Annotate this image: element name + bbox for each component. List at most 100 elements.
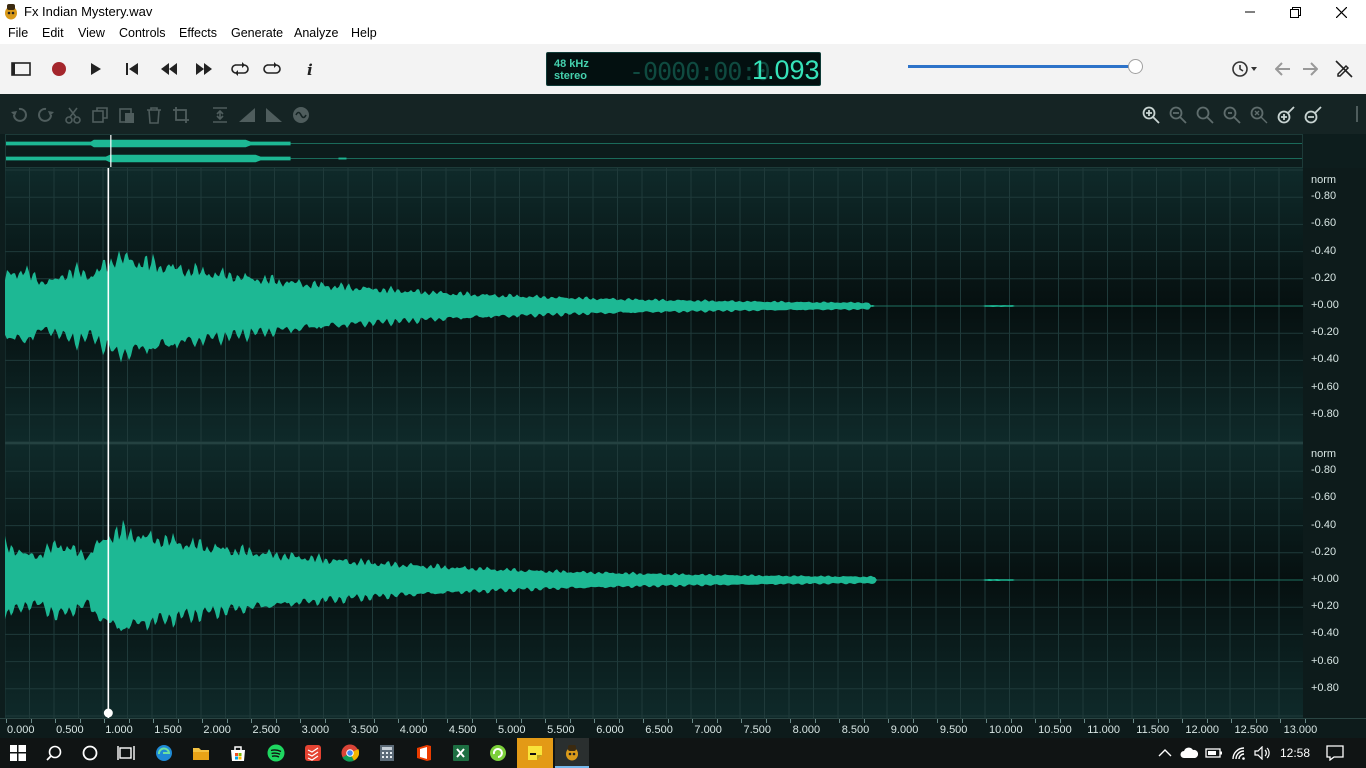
arrow-right-icon [1303, 62, 1318, 76]
crop-icon [173, 107, 189, 123]
cortana-icon [82, 745, 98, 761]
taskbar-sticky-notes[interactable] [517, 738, 553, 768]
time-tick-label: 11.500 [1136, 724, 1170, 736]
rewind-button[interactable] [157, 57, 181, 81]
time-tick-mark [251, 719, 252, 723]
undo-button[interactable] [8, 104, 30, 126]
sample-rate: 48 kHz [554, 58, 589, 70]
time-tick-mark [79, 719, 81, 723]
taskbar-excel[interactable] [446, 740, 476, 766]
channel2-scale-label: +0.00 [1311, 573, 1339, 585]
channel2-scale-label: -0.20 [1311, 545, 1337, 558]
taskbar-app-green[interactable] [483, 740, 513, 766]
skip-start-button[interactable] [120, 57, 144, 81]
cortana-button[interactable] [75, 740, 105, 766]
taskbar-calculator[interactable] [372, 740, 402, 766]
volume-button[interactable] [1248, 740, 1278, 766]
toggle-sidebar-button[interactable] [9, 57, 33, 81]
play-button[interactable] [84, 57, 108, 81]
time-prefix: -0000:00:0 [629, 57, 771, 86]
paste-button[interactable] [116, 104, 138, 126]
loop-button[interactable] [228, 57, 252, 81]
start-button[interactable] [3, 740, 33, 766]
zoom-fit-button[interactable] [1194, 104, 1216, 126]
taskbar-ocenaudio[interactable] [555, 738, 589, 768]
copy-button[interactable] [89, 104, 111, 126]
time-tick-mark [496, 719, 497, 723]
menu-analyze[interactable]: Analyze [294, 26, 338, 40]
time-axis[interactable]: 0.000 0.500 1.000 1.500 2.000 2.500 3.000 3.500… [0, 718, 1366, 738]
zoom-selection-button[interactable] [1221, 104, 1243, 126]
store-icon [231, 746, 245, 761]
maximize-button[interactable] [1272, 0, 1318, 24]
zoom-out-button[interactable] [1167, 104, 1189, 126]
action-center-button[interactable] [1320, 740, 1350, 766]
taskbar-todoist[interactable] [298, 740, 328, 766]
time-tick-mark [545, 719, 546, 723]
zoom-all-button[interactable] [1248, 104, 1270, 126]
waveform-overview[interactable] [5, 134, 1303, 168]
info-button[interactable]: i [297, 57, 321, 81]
volume-slider[interactable] [908, 65, 1140, 68]
fade-out-button[interactable] [263, 104, 285, 126]
vertical-zoom-out-button[interactable] [1302, 104, 1324, 126]
search-button[interactable] [39, 740, 69, 766]
zoom-in-button[interactable] [1140, 104, 1162, 126]
menu-edit[interactable]: Edit [42, 26, 64, 40]
restore-icon [1289, 6, 1301, 18]
back-button[interactable] [1271, 57, 1295, 81]
normalize-button[interactable] [209, 104, 231, 126]
menu-effects[interactable]: Effects [179, 26, 217, 40]
close-button[interactable] [1318, 0, 1364, 24]
channel1-scale-label: +0.20 [1311, 326, 1339, 339]
effects-button[interactable] [290, 104, 312, 126]
menu-file[interactable]: File [8, 26, 28, 40]
minimize-button[interactable] [1227, 0, 1273, 24]
taskbar-office[interactable] [409, 740, 439, 766]
cloud-icon [1180, 747, 1198, 758]
office-icon [417, 745, 431, 761]
toolbar-grip[interactable] [1356, 106, 1358, 122]
trim-button[interactable] [170, 104, 192, 126]
time-tick-mark [692, 719, 693, 723]
channel2-scale-label: -0.40 [1311, 518, 1337, 531]
redo-icon [38, 107, 54, 122]
menu-view[interactable]: View [78, 26, 105, 40]
windows-icon [10, 745, 26, 761]
repeat-button[interactable] [260, 57, 284, 81]
forward-button[interactable] [1298, 57, 1322, 81]
taskbar-spotify[interactable] [261, 740, 291, 766]
menu-generate[interactable]: Generate [231, 26, 283, 40]
time-tick-label: 8.500 [841, 724, 870, 736]
fade-in-button[interactable] [236, 104, 258, 126]
spotify-icon [267, 744, 285, 762]
taskbar-file-explorer[interactable] [186, 740, 216, 766]
time-tick-label: 7.500 [743, 724, 772, 736]
task-view-button[interactable] [111, 740, 141, 766]
waveform-view[interactable] [5, 168, 1303, 718]
taskbar-edge[interactable] [149, 740, 179, 766]
disable-edit-button[interactable] [1332, 57, 1356, 81]
time-tick-mark [1157, 719, 1159, 723]
fast-forward-button[interactable] [192, 57, 216, 81]
delete-button[interactable] [143, 104, 165, 126]
time-display: 48 kHz stereo -0000:00:0 1.093 [546, 52, 821, 86]
record-button[interactable] [47, 57, 71, 81]
time-tick-mark [741, 719, 742, 723]
vertical-zoom-in-button[interactable] [1275, 104, 1297, 126]
menu-help[interactable]: Help [351, 26, 377, 40]
sidebar-icon [11, 62, 31, 76]
cut-button[interactable] [62, 104, 84, 126]
taskbar-chrome[interactable] [335, 740, 365, 766]
taskbar-store[interactable] [223, 740, 253, 766]
ocenaudio-icon [566, 744, 578, 760]
menu-controls[interactable]: Controls [119, 26, 166, 40]
paste-icon [119, 108, 134, 123]
clock[interactable]: 12:58 [1280, 746, 1310, 760]
time-tick-label: 12.000 [1185, 724, 1220, 736]
history-button[interactable] [1228, 57, 1262, 81]
edit-toolbar [0, 94, 1366, 134]
edge-icon [156, 745, 172, 761]
title-bar: Fx Indian Mystery.wav [0, 0, 1366, 24]
redo-button[interactable] [35, 104, 57, 126]
